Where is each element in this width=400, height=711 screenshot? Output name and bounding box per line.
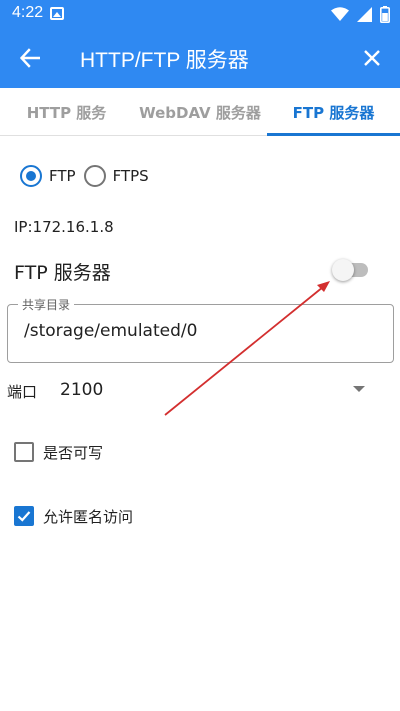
anonymous-access-checkbox[interactable] bbox=[14, 506, 34, 526]
writable-label[interactable]: 是否可写 bbox=[43, 442, 103, 463]
close-button[interactable] bbox=[356, 42, 388, 74]
switch-thumb bbox=[332, 259, 354, 281]
protocol-radio-group: FTP FTPS bbox=[20, 164, 157, 188]
ip-address: IP:172.16.1.8 bbox=[14, 218, 114, 236]
close-icon bbox=[364, 50, 380, 66]
shared-directory-legend: 共享目录 bbox=[18, 296, 75, 313]
tab-ftp-server[interactable]: FTP 服务器 bbox=[267, 88, 400, 136]
tab-indicator bbox=[267, 133, 400, 136]
status-bar: 4:22 bbox=[0, 0, 400, 28]
tab-webdav-server[interactable]: WebDAV 服务器 bbox=[133, 88, 267, 136]
page-title: HTTP/FTP 服务器 bbox=[80, 49, 249, 72]
app-bar: HTTP/FTP 服务器 bbox=[0, 28, 400, 88]
port-label: 端口 bbox=[7, 383, 38, 401]
anonymous-access-option: 允许匿名访问 bbox=[14, 505, 133, 527]
radio-ftp-label[interactable]: FTP bbox=[49, 167, 76, 185]
wifi-icon bbox=[331, 6, 349, 21]
tab-bar: HTTP 服务 WebDAV 服务器 FTP 服务器 bbox=[0, 88, 400, 136]
writable-option: 是否可写 bbox=[14, 441, 103, 463]
ftp-server-switch[interactable] bbox=[332, 259, 368, 281]
back-button[interactable] bbox=[14, 42, 46, 74]
writable-checkbox[interactable] bbox=[14, 442, 34, 462]
radio-ftp[interactable] bbox=[20, 165, 42, 187]
port-select[interactable]: 2100 bbox=[60, 380, 103, 400]
shared-directory-field[interactable]: 共享目录 /storage/emulated/0 bbox=[7, 296, 394, 363]
radio-ftps-label[interactable]: FTPS bbox=[113, 167, 149, 185]
ftp-server-switch-label: FTP 服务器 bbox=[14, 262, 111, 284]
shared-directory-value: /storage/emulated/0 bbox=[24, 321, 198, 341]
signal-icon bbox=[357, 6, 372, 22]
radio-ftps[interactable] bbox=[83, 165, 106, 187]
check-icon bbox=[17, 511, 31, 522]
back-arrow-icon bbox=[20, 48, 40, 68]
tab-http-service[interactable]: HTTP 服务 bbox=[0, 88, 133, 136]
anonymous-access-label[interactable]: 允许匿名访问 bbox=[43, 506, 133, 527]
status-time: 4:22 bbox=[12, 4, 44, 21]
status-icons bbox=[331, 5, 390, 23]
image-icon bbox=[50, 7, 64, 20]
dropdown-arrow-icon[interactable] bbox=[352, 384, 366, 394]
battery-icon bbox=[380, 5, 390, 23]
